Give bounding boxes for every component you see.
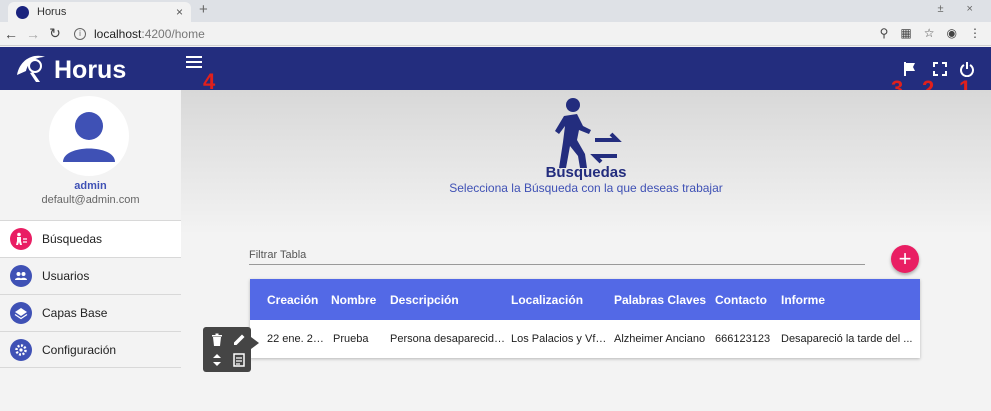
row-actions-menu xyxy=(203,327,259,372)
cell-creacion: 22 ene. 2019 xyxy=(267,333,329,345)
sidebar-item-busquedas[interactable]: Búsquedas xyxy=(0,220,191,258)
column-header[interactable]: Localización xyxy=(511,293,614,307)
new-tab-button[interactable]: + xyxy=(199,1,208,18)
page-title: Búsquedas xyxy=(545,164,627,181)
window-controls[interactable]: ± × xyxy=(937,3,983,15)
url-path: :4200/home xyxy=(141,26,205,41)
table-header: Creación Nombre Descripción Localización… xyxy=(250,279,920,320)
horus-logo-icon xyxy=(17,55,45,82)
filter-label[interactable]: Filtrar Tabla xyxy=(249,249,306,261)
column-header[interactable]: Contacto xyxy=(715,293,781,307)
cell-palabras-claves: Alzheimer Anciano xyxy=(614,333,706,345)
url-host: localhost xyxy=(94,26,142,41)
page-subtitle: Selecciona la Búsqueda con la que deseas… xyxy=(449,181,723,195)
hamburger-menu-icon[interactable] xyxy=(186,56,202,70)
delete-icon[interactable] xyxy=(209,332,225,348)
site-info-icon[interactable]: i xyxy=(74,27,86,40)
column-header[interactable]: Creación xyxy=(250,293,331,307)
search-person-icon xyxy=(555,98,622,168)
sidebar-menu: Búsquedas Usuarios Capas Base Configurac… xyxy=(0,220,191,368)
sidebar-item-usuarios[interactable]: Usuarios xyxy=(0,257,181,294)
filter-input[interactable] xyxy=(249,264,865,265)
add-search-button[interactable]: + xyxy=(891,245,919,273)
table-row[interactable]: 22 ene. 2019 Prueba Persona desaparecida… xyxy=(250,320,920,358)
app-header: Horus xyxy=(0,47,991,90)
flag-icon[interactable] xyxy=(902,61,918,77)
column-header[interactable]: Palabras Claves xyxy=(614,293,715,307)
sidebar: admin default@admin.com Búsquedas Usuari… xyxy=(0,90,191,411)
address-bar[interactable]: i localhost:4200/home xyxy=(74,27,205,41)
power-icon[interactable] xyxy=(959,61,975,77)
sidebar-item-capas-base[interactable]: Capas Base xyxy=(0,294,181,331)
sidebar-item-label: Capas Base xyxy=(42,306,108,320)
sidebar-item-configuracion[interactable]: Configuración xyxy=(0,331,181,368)
browser-toolbar: ← → ↻ i localhost:4200/home ⚲ ▦ ☆ ◉ ⋮ xyxy=(0,22,991,46)
kebab-menu-icon[interactable]: ⋮ xyxy=(969,26,981,40)
column-header[interactable]: Nombre xyxy=(331,293,390,307)
gear-icon xyxy=(10,338,32,361)
sidebar-item-label: Usuarios xyxy=(42,269,90,283)
back-icon[interactable]: ← xyxy=(0,26,22,42)
layers-icon xyxy=(10,302,32,324)
tab-title: Horus xyxy=(37,6,67,18)
avatar xyxy=(49,96,129,176)
user-email: default@admin.com xyxy=(41,194,140,206)
sidebar-item-label: Configuración xyxy=(42,342,117,357)
star-icon[interactable]: ☆ xyxy=(924,26,935,40)
cell-localizacion: Los Palacios y Vfca. xyxy=(511,333,610,345)
translate-icon[interactable]: ▦ xyxy=(900,26,911,40)
main-content: Búsquedas Selecciona la Búsqueda con la … xyxy=(181,90,991,411)
favicon-icon xyxy=(16,5,29,19)
searches-table: Creación Nombre Descripción Localización… xyxy=(250,279,920,358)
fullscreen-icon[interactable] xyxy=(932,61,948,77)
user-avatar-icon xyxy=(63,112,115,162)
column-header[interactable]: Informe xyxy=(781,293,920,307)
cell-nombre: Prueba xyxy=(333,333,369,345)
users-icon xyxy=(10,265,32,287)
report-icon[interactable] xyxy=(231,352,247,368)
profile-icon[interactable]: ◉ xyxy=(947,26,957,40)
browser-tab-strip: Horus × + ± × xyxy=(0,0,991,22)
user-name: admin xyxy=(74,180,107,192)
reorder-icon[interactable] xyxy=(209,352,225,368)
edit-icon[interactable] xyxy=(231,332,247,348)
app-brand: Horus xyxy=(54,56,127,84)
reload-icon[interactable]: ↻ xyxy=(44,25,66,42)
forward-icon[interactable]: → xyxy=(22,26,44,42)
browser-tab[interactable]: Horus × xyxy=(8,2,191,22)
cell-descripcion: Persona desaparecida e... xyxy=(390,333,508,345)
cell-contacto: 666123123 xyxy=(715,333,771,345)
cell-informe: Desapareció la tarde del ... xyxy=(781,333,913,345)
search-person-icon xyxy=(10,228,32,250)
sidebar-item-label: Búsquedas xyxy=(42,232,103,246)
tab-close-icon[interactable]: × xyxy=(176,5,183,19)
key-icon[interactable]: ⚲ xyxy=(880,26,889,40)
column-header[interactable]: Descripción xyxy=(390,293,511,307)
